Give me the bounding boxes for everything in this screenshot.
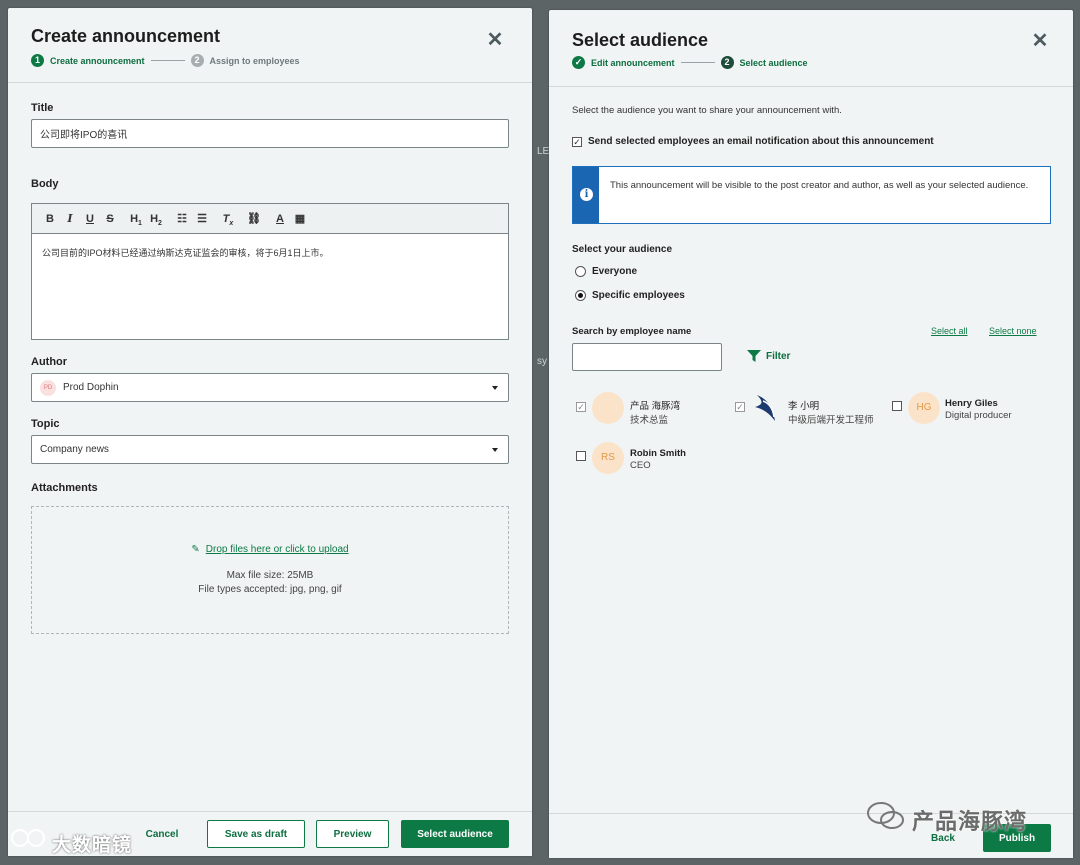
step-number: 2 bbox=[190, 54, 204, 67]
topic-label: Topic bbox=[31, 418, 60, 430]
employee-checkbox[interactable]: ✓ bbox=[576, 402, 586, 412]
filter-button[interactable]: Filter bbox=[766, 351, 790, 362]
author-avatar: PD bbox=[40, 379, 56, 396]
employee-role: Digital producer bbox=[945, 410, 1012, 421]
everyone-label: Everyone bbox=[592, 266, 638, 277]
attachment-dropzone[interactable]: ✎ Drop files here or click to upload Max … bbox=[31, 506, 509, 634]
preview-button[interactable]: Preview bbox=[316, 820, 389, 848]
select-none-link[interactable]: Select none bbox=[989, 326, 1037, 336]
intro-text: Select the audience you want to share yo… bbox=[572, 105, 842, 116]
author-label: Author bbox=[31, 356, 68, 368]
header-divider bbox=[8, 82, 532, 83]
body-editor[interactable]: 公司目前的IPO材料已经通过纳斯达克证监会的审核，将于6月1日上市。 bbox=[31, 233, 509, 340]
body-label: Body bbox=[31, 178, 59, 190]
specific-employees-radio[interactable] bbox=[575, 290, 586, 301]
info-icon: i bbox=[580, 188, 593, 201]
step-label: Edit announcement bbox=[591, 57, 675, 68]
select-audience-button[interactable]: Select audience bbox=[401, 820, 509, 848]
watermark-right: 产品海豚湾 bbox=[912, 809, 1028, 834]
save-draft-button[interactable]: Save as draft bbox=[207, 820, 305, 848]
select-all-link[interactable]: Select all bbox=[931, 326, 968, 336]
font-color-icon[interactable]: A bbox=[270, 209, 290, 229]
italic-icon[interactable]: I bbox=[60, 209, 80, 229]
upload-link[interactable]: ✎ Drop files here or click to upload bbox=[191, 544, 348, 555]
audience-label: Select your audience bbox=[572, 244, 673, 255]
employee-role: 中级后端开发工程师 bbox=[788, 415, 874, 426]
rich-text-toolbar: B I U S H1 H2 ☷ ☰ Tx ⛓ A ▦ bbox=[31, 203, 509, 233]
attachments-label: Attachments bbox=[31, 482, 98, 494]
title-label: Title bbox=[31, 102, 54, 114]
step-number: 1 bbox=[31, 54, 44, 67]
employee-name: 李 小明 bbox=[788, 401, 820, 412]
cancel-button[interactable]: Cancel bbox=[132, 820, 192, 848]
select-audience-dialog: Select audience ✕ ✓ Edit announcement 2 … bbox=[549, 10, 1073, 858]
specific-employees-label: Specific employees bbox=[592, 290, 685, 301]
background-text: sy bbox=[537, 356, 547, 367]
employee-checkbox[interactable] bbox=[892, 401, 902, 411]
logo-icon bbox=[10, 826, 50, 850]
step-connector bbox=[150, 60, 185, 61]
underline-icon[interactable]: U bbox=[80, 209, 100, 229]
avatar bbox=[751, 391, 783, 423]
bullet-list-icon[interactable]: ☰ bbox=[192, 209, 212, 229]
heading1-icon[interactable]: H1 bbox=[126, 209, 146, 229]
close-icon[interactable]: ✕ bbox=[484, 29, 506, 51]
paperclip-icon: ✎ bbox=[191, 544, 200, 555]
employee-role: 技术总监 bbox=[630, 415, 669, 426]
chevron-down-icon bbox=[492, 385, 498, 390]
employee-name: 产品 海豚湾 bbox=[630, 401, 681, 412]
employee-search-input[interactable] bbox=[572, 343, 722, 371]
header-divider bbox=[549, 86, 1073, 87]
avatar: HG bbox=[908, 392, 940, 424]
strikethrough-icon[interactable]: S bbox=[100, 209, 120, 229]
link-icon[interactable]: ⛓ bbox=[244, 209, 264, 229]
stepper: ✓ Edit announcement 2 Select audience bbox=[572, 56, 808, 69]
step-number: 2 bbox=[720, 56, 734, 69]
file-types-text: File types accepted: jpg, png, gif bbox=[198, 584, 342, 595]
dialog-title: Create announcement bbox=[31, 26, 221, 46]
ordered-list-icon[interactable]: ☷ bbox=[172, 209, 192, 229]
info-notice: i This announcement will be visible to t… bbox=[572, 166, 1051, 224]
search-label: Search by employee name bbox=[572, 326, 692, 337]
avatar: RS bbox=[592, 442, 624, 474]
step-label: Assign to employees bbox=[209, 55, 300, 66]
employee-name: Henry Giles bbox=[945, 398, 998, 409]
background-text: LE bbox=[537, 146, 550, 157]
dialog-title: Select audience bbox=[572, 30, 709, 50]
check-icon: ✓ bbox=[572, 56, 585, 69]
upload-link-label: Drop files here or click to upload bbox=[205, 544, 349, 555]
chevron-down-icon bbox=[492, 447, 498, 452]
stepper: 1 Create announcement 2 Assign to employ… bbox=[31, 54, 300, 67]
step-label: Select audience bbox=[739, 57, 808, 68]
email-notify-checkbox[interactable]: ✓ bbox=[572, 137, 582, 147]
employee-checkbox[interactable]: ✓ bbox=[735, 402, 745, 412]
everyone-radio[interactable] bbox=[575, 266, 586, 277]
step-label: Create announcement bbox=[50, 55, 145, 66]
close-icon[interactable]: ✕ bbox=[1029, 30, 1051, 52]
clear-format-icon[interactable]: Tx bbox=[218, 209, 238, 229]
notice-text: This announcement will be visible to the… bbox=[610, 180, 1029, 191]
heading2-icon[interactable]: H2 bbox=[146, 209, 166, 229]
employee-role: CEO bbox=[630, 460, 651, 471]
topic-value: Company news bbox=[40, 444, 109, 455]
wechat-icon bbox=[866, 800, 906, 832]
create-announcement-dialog: Create announcement ✕ 1 Create announcem… bbox=[8, 8, 532, 856]
max-size-text: Max file size: 25MB bbox=[226, 570, 314, 581]
author-value: Prod Dophin bbox=[63, 382, 119, 393]
author-select[interactable]: PD Prod Dophin bbox=[31, 373, 509, 402]
title-input[interactable]: 公司即将IPO的喜讯 bbox=[31, 119, 509, 148]
email-notify-label: Send selected employees an email notific… bbox=[588, 136, 934, 147]
bold-icon[interactable]: B bbox=[40, 209, 60, 229]
employee-name: Robin Smith bbox=[630, 448, 686, 459]
avatar bbox=[592, 392, 624, 424]
highlight-icon[interactable]: ▦ bbox=[290, 209, 310, 229]
topic-select[interactable]: Company news bbox=[31, 435, 509, 464]
step-connector bbox=[680, 62, 715, 63]
filter-icon[interactable] bbox=[746, 349, 762, 363]
watermark-left: 大数暗镜 bbox=[52, 835, 133, 856]
employee-checkbox[interactable] bbox=[576, 451, 586, 461]
